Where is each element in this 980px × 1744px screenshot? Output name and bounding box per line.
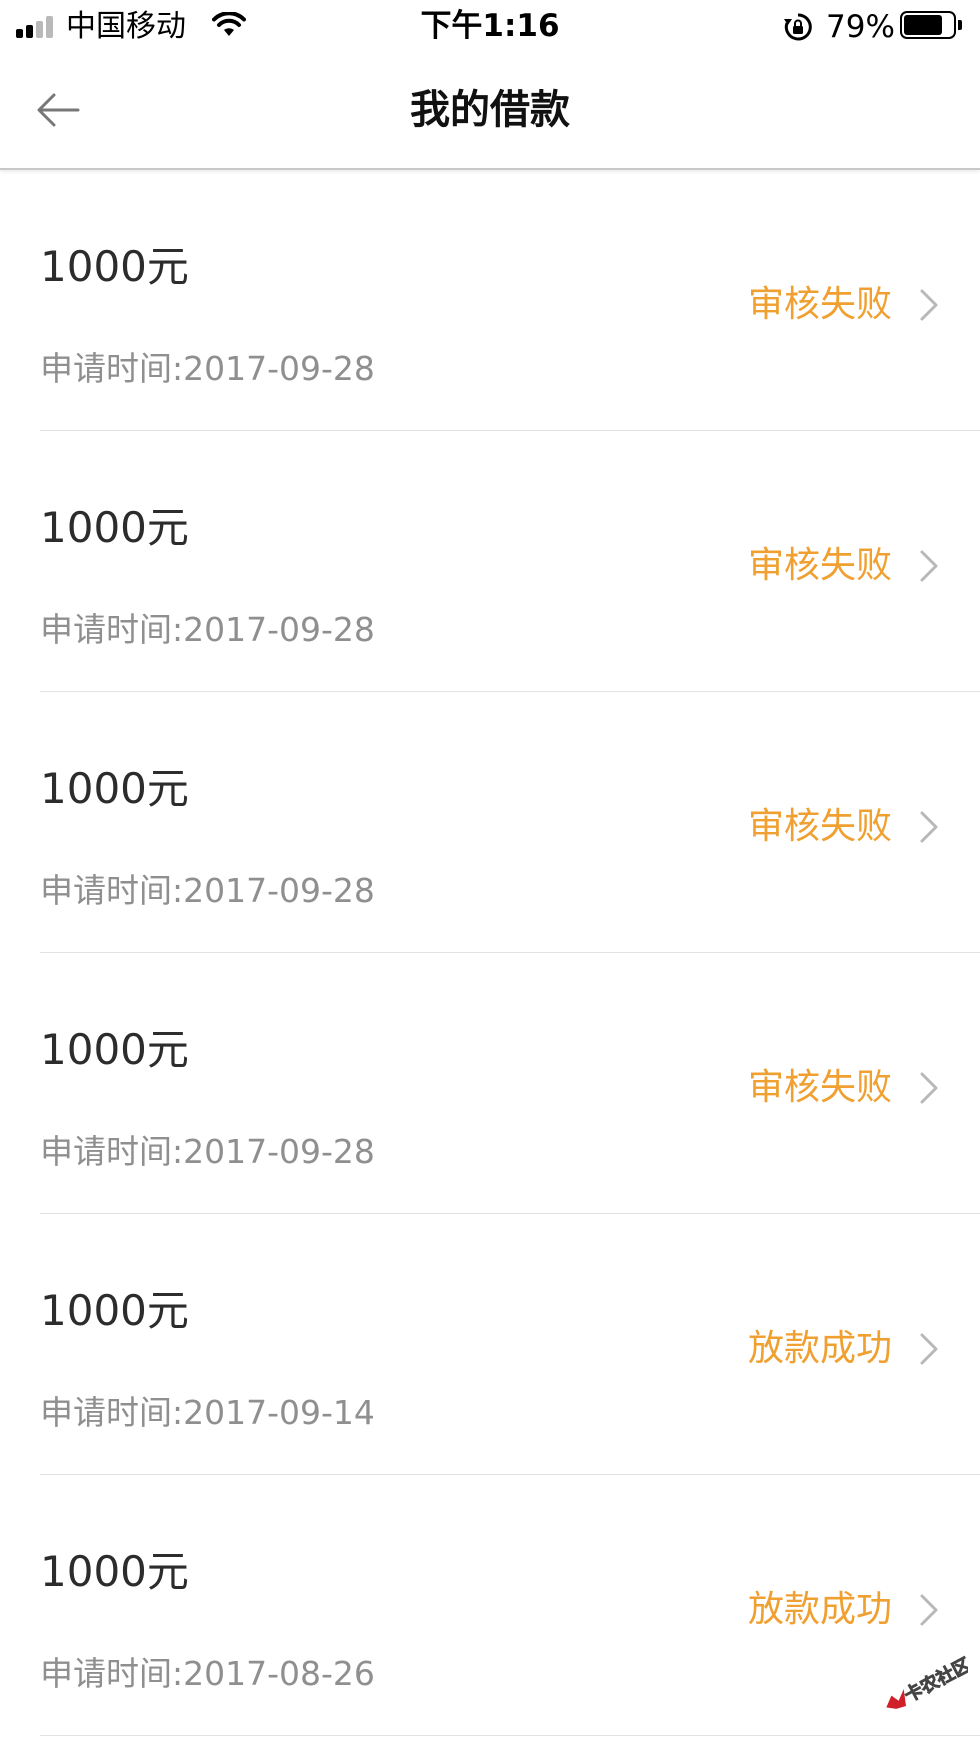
loan-date-line: 申请时间:2017-09-28 — [40, 348, 375, 390]
loan-status: 审核失败 — [747, 806, 892, 847]
chevron-right-icon — [920, 811, 938, 843]
loan-date-line: 申请时间:2017-09-14 — [40, 1392, 375, 1434]
rotation-lock-icon — [782, 12, 814, 46]
loan-amount: 1000元 — [40, 764, 189, 813]
loan-date: 2017-08-26 — [183, 1654, 375, 1693]
loan-list-item[interactable]: 1000元 申请时间:2017-09-28 审核失败 — [0, 953, 980, 1214]
loan-list-item[interactable]: 1000元 申请时间:2017-08-26 放款成功 — [0, 1475, 980, 1736]
loan-list-item[interactable]: 1000元 申请时间:2017-09-14 放款成功 — [0, 1214, 980, 1475]
loan-amount: 1000元 — [40, 503, 189, 552]
loan-date: 2017-09-28 — [183, 1132, 375, 1171]
loan-date-line: 申请时间:2017-09-28 — [40, 870, 375, 912]
page-title: 我的借款 — [410, 87, 570, 133]
chevron-right-icon — [920, 1594, 938, 1626]
loan-amount: 1000元 — [40, 242, 189, 291]
loan-date: 2017-09-28 — [183, 610, 375, 649]
loan-date: 2017-09-14 — [183, 1393, 375, 1432]
loan-amount: 1000元 — [40, 1547, 189, 1596]
loan-date-label: 申请时间: — [40, 1654, 184, 1693]
loan-list-item[interactable]: 1000元 申请时间:2017-09-28 审核失败 — [0, 431, 980, 692]
loan-status: 审核失败 — [747, 545, 892, 586]
loan-status: 放款成功 — [747, 1589, 892, 1630]
divider — [40, 1735, 980, 1736]
watermark-logo: 卡农社区 — [886, 1653, 968, 1709]
loan-status: 审核失败 — [747, 284, 892, 325]
loan-status: 审核失败 — [747, 1067, 892, 1108]
battery-percentage: 79% — [826, 9, 895, 45]
loan-date-label: 申请时间: — [40, 871, 184, 910]
loan-date-line: 申请时间:2017-08-26 — [40, 1653, 375, 1695]
loan-list-item[interactable]: 1000元 申请时间:2017-09-28 审核失败 — [0, 170, 980, 431]
loan-date-label: 申请时间: — [40, 1132, 184, 1171]
chevron-right-icon — [920, 1333, 938, 1365]
loan-date-line: 申请时间:2017-09-28 — [40, 1131, 375, 1173]
loan-date: 2017-09-28 — [183, 349, 375, 388]
chevron-right-icon — [920, 1072, 938, 1104]
svg-text:卡农社区: 卡农社区 — [901, 1654, 968, 1707]
loan-date: 2017-09-28 — [183, 871, 375, 910]
battery-icon — [900, 11, 962, 39]
loan-status: 放款成功 — [747, 1328, 892, 1369]
loan-date-label: 申请时间: — [40, 349, 184, 388]
loan-amount: 1000元 — [40, 1025, 189, 1074]
loan-list-item[interactable]: 1000元 申请时间:2017-09-28 审核失败 — [0, 692, 980, 953]
nav-bar: 我的借款 — [0, 54, 980, 170]
loan-date-label: 申请时间: — [40, 1393, 184, 1432]
chevron-right-icon — [920, 550, 938, 582]
loan-date-line: 申请时间:2017-09-28 — [40, 609, 375, 651]
loan-amount: 1000元 — [40, 1286, 189, 1335]
chevron-right-icon — [920, 289, 938, 321]
loan-date-label: 申请时间: — [40, 610, 184, 649]
status-bar: 中国移动 下午1:16 79% — [0, 0, 980, 54]
